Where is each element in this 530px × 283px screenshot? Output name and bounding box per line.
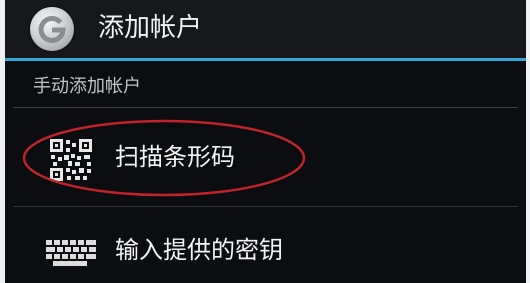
title-underline xyxy=(5,58,526,61)
title-bar: 添加帐户 xyxy=(5,0,526,58)
enter-key-option[interactable]: 输入提供的密钥 xyxy=(5,210,526,283)
section-header: 手动添加帐户 xyxy=(33,76,141,97)
keyboard-icon xyxy=(46,240,96,266)
option-divider xyxy=(13,206,518,207)
annotation-oval xyxy=(22,119,306,197)
enter-key-label: 输入提供的密钥 xyxy=(115,236,283,264)
page-title: 添加帐户 xyxy=(98,13,203,43)
section-divider xyxy=(13,107,518,108)
google-g-icon xyxy=(30,7,74,51)
app-screen: 添加帐户 手动添加帐户 扫描条形码 输入提供的密钥 xyxy=(5,0,526,283)
